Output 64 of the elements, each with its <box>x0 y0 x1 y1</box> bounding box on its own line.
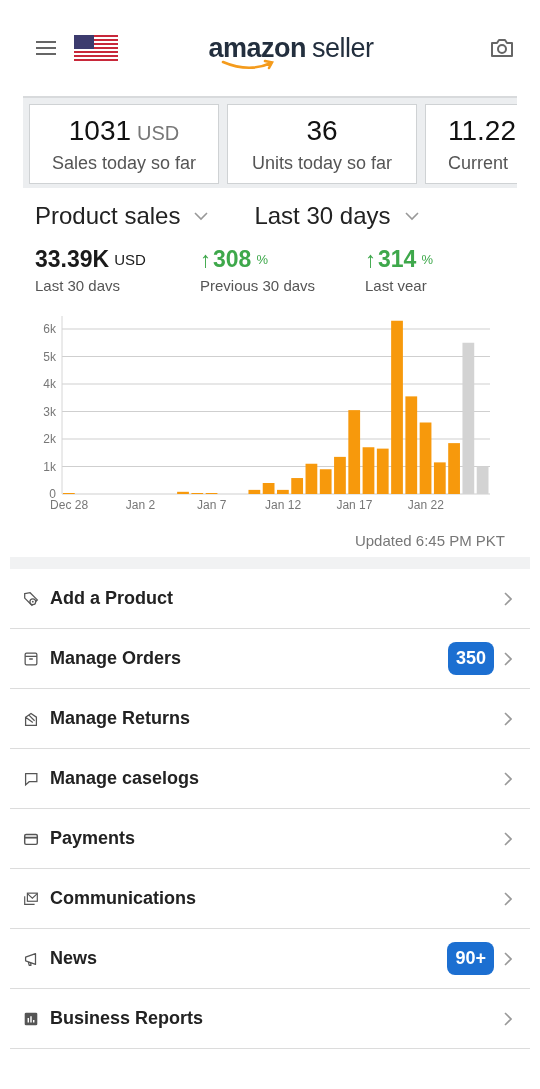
chevron-icon <box>504 591 512 606</box>
camera-icon[interactable] <box>490 38 514 58</box>
axis-label: Jan 22 <box>407 498 444 512</box>
summary-card[interactable]: 36 Units today so far <box>227 104 417 184</box>
stat-value: ↑308 % <box>200 246 269 273</box>
updated-time: Updated 6:45 PM PKT <box>354 532 505 549</box>
bar <box>277 489 289 494</box>
bar <box>448 443 460 494</box>
menu-item[interactable]: Business Reports <box>10 989 530 1049</box>
menu-item[interactable]: Manage Orders 350 <box>10 629 530 689</box>
card-label: Sales today so far <box>51 152 197 174</box>
chevron-icon <box>504 771 512 786</box>
card-value: 11.22 <box>448 114 516 146</box>
card-unit: USD <box>137 121 180 144</box>
logo-product: seller <box>312 32 374 64</box>
bar <box>376 448 389 494</box>
menu-icon[interactable] <box>36 41 56 55</box>
menu-item[interactable]: News 90+ <box>10 929 530 989</box>
dropdown[interactable]: Product sales <box>35 202 209 230</box>
menu-item[interactable]: Communications <box>10 869 530 929</box>
menu-item[interactable]: Manage caselogs <box>10 749 530 809</box>
stat-label: Last vear <box>365 277 428 294</box>
card-value: 1031 <box>68 114 132 146</box>
count-badge: 350 <box>447 642 494 675</box>
logo-brand: amazon <box>208 32 306 64</box>
flag-icon[interactable] <box>74 35 118 61</box>
axis-label: 6k <box>43 322 56 336</box>
summary-card[interactable]: 1031 USD Sales today so far <box>29 104 219 184</box>
chevron-icon <box>504 831 512 846</box>
chevron-icon <box>504 951 512 966</box>
stat-label: Last 30 davs <box>35 277 122 294</box>
card-label: Current <box>448 152 509 174</box>
chevron-down-icon <box>404 211 419 221</box>
stat-value: ↑314 % <box>365 246 433 273</box>
stat-label: Previous 30 davs <box>200 277 317 294</box>
card-label: Units today so far <box>251 152 393 174</box>
axis-label: Dec 28 <box>50 498 89 512</box>
chevron-down-icon <box>194 211 209 221</box>
axis-label: Jan 7 <box>197 498 227 512</box>
bar <box>319 469 332 494</box>
stat-value: 33.39K USD <box>35 246 147 273</box>
dropdown[interactable]: Last 30 days <box>254 202 419 230</box>
chevron-icon <box>504 1011 512 1026</box>
axis-label: Jan 17 <box>336 498 373 512</box>
axis-label: 4k <box>43 377 56 391</box>
card-value: 36 <box>306 114 338 146</box>
axis-label: 5k <box>43 349 56 364</box>
bar <box>177 491 189 494</box>
chevron-icon <box>504 711 512 726</box>
axis-label: 2k <box>43 432 56 446</box>
menu-item[interactable]: Manage Returns <box>10 689 530 749</box>
axis-label: 3k <box>43 404 56 419</box>
axis-label: 0 <box>49 487 56 501</box>
axis-label: 1k <box>43 459 56 474</box>
menu-item[interactable]: Add a Product <box>10 569 530 629</box>
axis-label: Jan 12 <box>265 498 302 512</box>
chevron-icon <box>504 651 512 666</box>
chevron-icon <box>504 891 512 906</box>
menu-item-icon <box>22 589 40 608</box>
bar <box>334 456 346 494</box>
menu-item[interactable]: Payments <box>10 809 530 869</box>
axis-label: Jan 2 <box>125 498 156 512</box>
count-badge: 90+ <box>447 942 494 975</box>
summary-card[interactable]: 11.22 Current <box>425 104 517 184</box>
